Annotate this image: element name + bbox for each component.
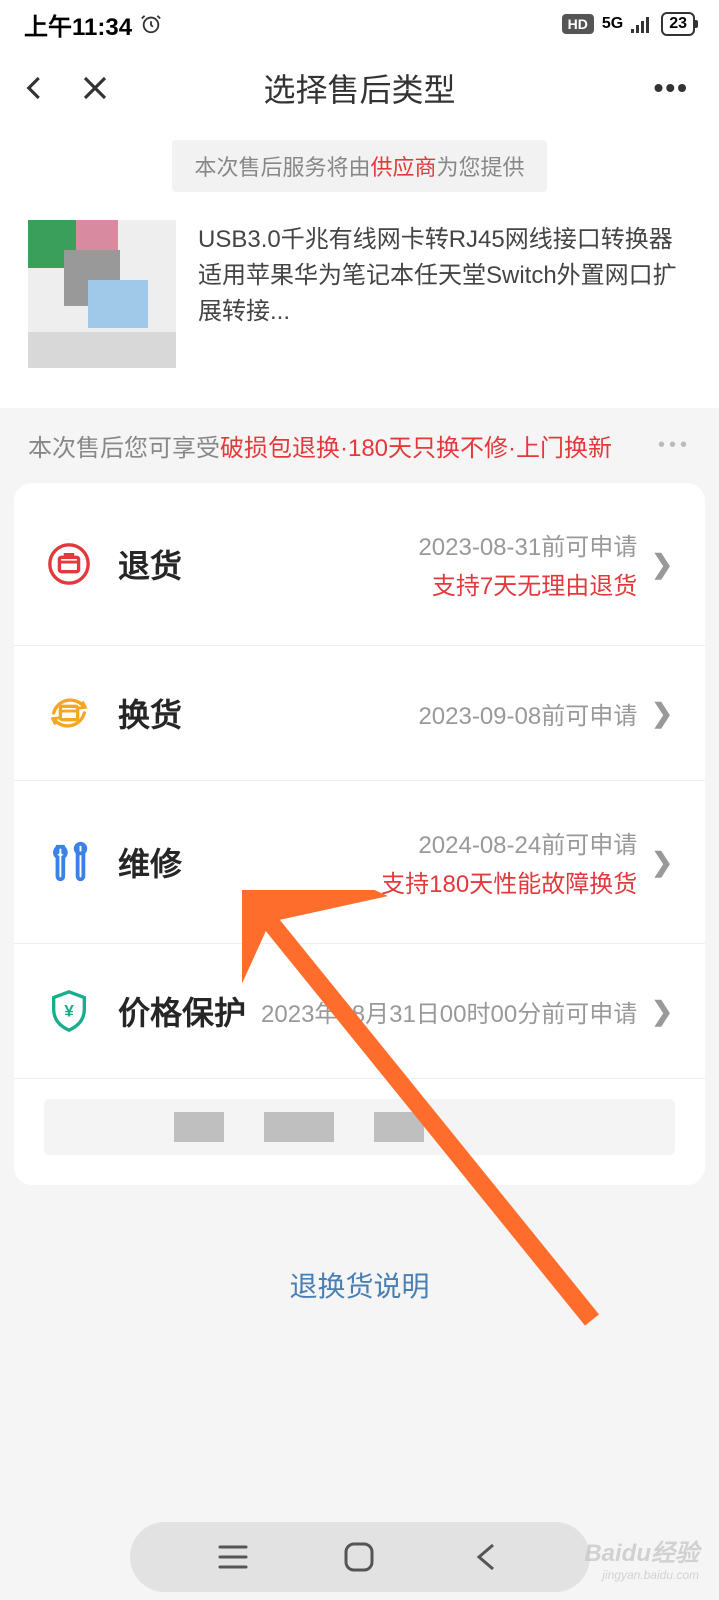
- option-price-protection[interactable]: ¥ 价格保护 2023年08月31日00时00分前可申请 ❯: [14, 944, 705, 1079]
- back-icon[interactable]: [20, 73, 50, 103]
- android-navbar: [130, 1522, 590, 1592]
- option-return[interactable]: 退货 2023-08-31前可申请 支持7天无理由退货 ❯: [14, 483, 705, 646]
- header: 选择售后类型 •••: [0, 48, 719, 128]
- option-label: 价格保护: [118, 988, 246, 1034]
- option-repair[interactable]: 维修 2024-08-24前可申请 支持180天性能故障换货 ❯: [14, 781, 705, 944]
- more-icon[interactable]: •••: [654, 72, 689, 104]
- exchange-icon: [46, 690, 92, 736]
- status-time: 上午11:34: [24, 7, 132, 42]
- redacted-strip: [14, 1079, 705, 1185]
- product-row: USB3.0千兆有线网卡转RJ45网线接口转换器 适用苹果华为笔记本任天堂Swi…: [0, 192, 719, 408]
- home-button[interactable]: [341, 1539, 377, 1575]
- close-icon[interactable]: [80, 73, 110, 103]
- option-label: 维修: [118, 839, 182, 885]
- chevron-right-icon: ❯: [651, 996, 673, 1027]
- page-title: 选择售后类型: [263, 65, 455, 111]
- watermark: Baidu经验 jingyan.baidu.com: [584, 1533, 699, 1582]
- option-exchange[interactable]: 换货 2023-09-08前可申请 ❯: [14, 646, 705, 781]
- signal-icon: [631, 15, 653, 33]
- option-label: 换货: [118, 690, 182, 736]
- price-shield-icon: ¥: [46, 988, 92, 1034]
- dots-icon: •••: [658, 434, 691, 457]
- option-label: 退货: [118, 541, 182, 587]
- chevron-right-icon: ❯: [651, 698, 673, 729]
- repair-icon: [46, 839, 92, 885]
- back-button[interactable]: [468, 1539, 504, 1575]
- hd-badge: HD: [562, 14, 594, 34]
- privilege-banner[interactable]: 本次售后您可享受破损包退换·180天只换不修·上门换新 •••: [0, 408, 719, 483]
- network-label: 5G: [602, 15, 623, 33]
- product-thumbnail: [28, 220, 176, 368]
- battery-level: 23: [661, 12, 695, 36]
- chevron-right-icon: ❯: [651, 549, 673, 580]
- product-title: USB3.0千兆有线网卡转RJ45网线接口转换器 适用苹果华为笔记本任天堂Swi…: [198, 220, 691, 368]
- status-bar: 上午11:34 HD 5G 23: [0, 0, 719, 48]
- service-notice: 本次售后服务将由供应商为您提供: [0, 128, 719, 192]
- alarm-icon: [140, 13, 162, 35]
- return-icon: [46, 541, 92, 587]
- svg-text:¥: ¥: [64, 1001, 74, 1021]
- recent-apps-button[interactable]: [215, 1539, 251, 1575]
- return-policy-link[interactable]: 退换货说明: [0, 1265, 719, 1305]
- chevron-right-icon: ❯: [651, 847, 673, 878]
- aftersale-options: 退货 2023-08-31前可申请 支持7天无理由退货 ❯ 换货 2023-09…: [14, 483, 705, 1185]
